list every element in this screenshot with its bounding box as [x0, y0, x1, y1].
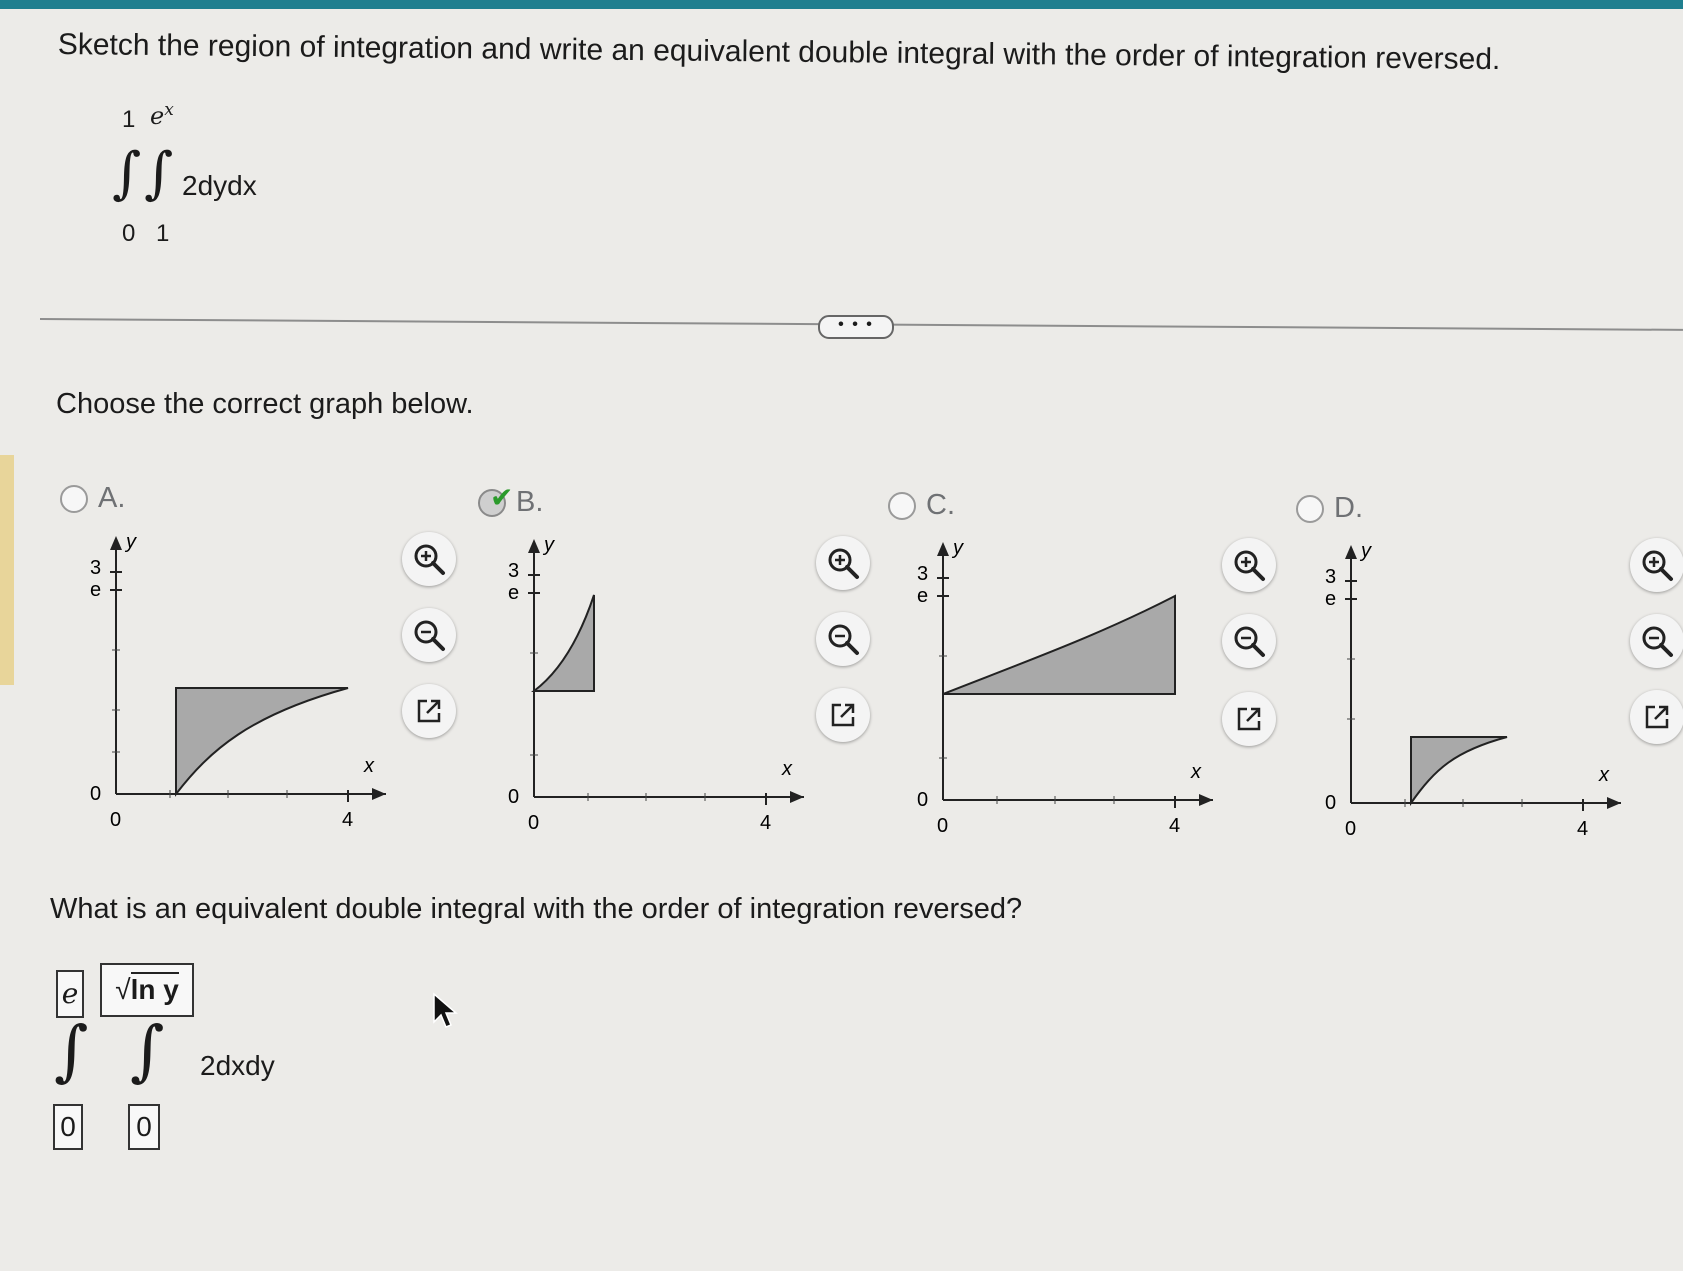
inner-upper-input[interactable]: √ln y — [100, 963, 194, 1017]
option-a-radio[interactable] — [60, 484, 88, 513]
y-axis-label: y — [542, 534, 555, 556]
y-axis-label: y — [124, 531, 137, 553]
x-zero-label: 0 — [937, 815, 948, 837]
inner-integral-sign: ∫ — [144, 141, 174, 206]
more-button[interactable]: • • • — [818, 315, 894, 339]
x-four-label: 4 — [760, 812, 771, 834]
zoom-in-icon[interactable] — [1222, 538, 1276, 592]
option-b[interactable]: ✔ B. — [478, 482, 544, 519]
option-a[interactable]: A. — [60, 482, 125, 515]
x-zero-label: 0 — [528, 812, 539, 834]
open-new-window-icon[interactable] — [1222, 692, 1276, 746]
graph-c: y 3 e 0 0 4 x — [917, 537, 1213, 837]
zoom-out-icon[interactable] — [1222, 614, 1276, 668]
question-text: Sketch the region of integration and wri… — [57, 28, 1501, 77]
x-zero-label: 0 — [110, 809, 121, 831]
option-c-label: C. — [926, 489, 955, 521]
zoom-in-icon[interactable] — [402, 532, 456, 586]
x-four-label: 4 — [1577, 818, 1588, 840]
tick-e-label: e — [508, 582, 519, 604]
given-integrand: 2dydx — [182, 170, 257, 201]
tick-0-label: 0 — [917, 789, 928, 811]
outer-lower-limit: 0 — [122, 220, 136, 247]
y-axis-label: y — [951, 537, 964, 559]
option-c[interactable]: C. — [888, 489, 955, 522]
graph-b: y 3 e 0 0 4 x — [508, 534, 804, 834]
tick-e-label: e — [90, 579, 101, 601]
open-new-window-icon[interactable] — [402, 684, 456, 738]
graph-a: y 3 e 0 0 4 x — [90, 531, 386, 831]
x-axis-label: x — [1598, 764, 1610, 786]
open-new-window-icon[interactable] — [1630, 690, 1683, 744]
tick-3-label: 3 — [508, 560, 519, 582]
reversed-integral-prompt: What is an equivalent double integral wi… — [50, 893, 1023, 925]
inner-lower-input[interactable]: 0 — [128, 1104, 160, 1150]
tick-e-label: e — [1325, 588, 1336, 610]
option-d-radio[interactable] — [1296, 494, 1324, 523]
tick-0-label: 0 — [1325, 792, 1336, 814]
outer-lower-input[interactable]: 0 — [53, 1104, 83, 1150]
open-new-window-icon[interactable] — [816, 688, 870, 742]
left-highlight-stripe — [0, 455, 14, 685]
x-zero-label: 0 — [1345, 818, 1356, 840]
zoom-in-icon[interactable] — [1630, 538, 1683, 592]
outer-integral-sign: ∫ — [54, 1012, 89, 1089]
tick-0-label: 0 — [508, 786, 519, 808]
tick-e-label: e — [917, 585, 928, 607]
graph-d: y 3 e 0 0 4 x — [1325, 540, 1621, 840]
option-a-label: A. — [98, 482, 126, 514]
x-axis-label: x — [781, 758, 793, 780]
y-axis-label: y — [1359, 540, 1372, 562]
inner-lower-limit: 1 — [156, 220, 170, 247]
choose-graph-prompt: Choose the correct graph below. — [56, 388, 474, 420]
zoom-out-icon[interactable] — [402, 608, 456, 662]
correct-check-icon: ✔ — [490, 481, 514, 513]
option-b-label: B. — [516, 486, 544, 518]
tick-3-label: 3 — [1325, 566, 1336, 588]
zoom-in-icon[interactable] — [816, 536, 870, 590]
mouse-cursor-icon — [433, 992, 459, 1028]
outer-upper-input[interactable]: e — [56, 970, 84, 1018]
answer-integrand: 2dxdy — [200, 1050, 275, 1081]
x-axis-label: x — [1190, 761, 1202, 783]
option-b-radio[interactable]: ✔ — [478, 482, 513, 517]
option-c-radio[interactable] — [888, 491, 916, 520]
top-bar — [0, 0, 1683, 9]
zoom-out-icon[interactable] — [1630, 614, 1683, 668]
x-four-label: 4 — [342, 809, 353, 831]
tick-0-label: 0 — [90, 783, 101, 805]
option-d-label: D. — [1334, 492, 1363, 524]
outer-integral-sign: ∫ — [112, 141, 142, 206]
x-axis-label: x — [363, 755, 375, 777]
tick-3-label: 3 — [90, 557, 101, 579]
inner-integral-sign: ∫ — [130, 1012, 165, 1089]
x-four-label: 4 — [1169, 815, 1180, 837]
outer-upper-limit: 1 — [122, 106, 136, 133]
tick-3-label: 3 — [917, 563, 928, 585]
option-d[interactable]: D. — [1296, 492, 1363, 525]
zoom-out-icon[interactable] — [816, 612, 870, 666]
inner-upper-limit: ex — [150, 100, 174, 130]
